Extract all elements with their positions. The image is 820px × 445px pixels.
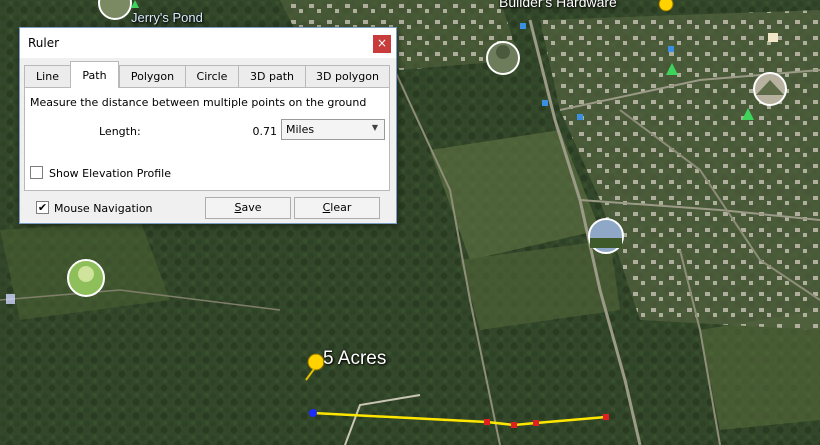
show-elevation-label[interactable]: Show Elevation Profile (49, 167, 171, 180)
map-label-5-acres: 5 Acres (323, 348, 387, 369)
map-label-builders-hardware: Builder's Hardware (499, 0, 617, 10)
photo-thumbnail-icon[interactable] (67, 259, 105, 297)
photo-thumbnail-icon[interactable] (753, 72, 787, 106)
save-button[interactable]: Save (205, 197, 291, 219)
tab-3d-polygon[interactable]: 3D polygon (305, 65, 390, 87)
path-start-point[interactable] (309, 409, 317, 417)
ruler-dialog: Ruler × Line Path Polygon Circle 3D path… (19, 27, 397, 224)
tab-line[interactable]: Line (24, 65, 71, 87)
tab-polygon[interactable]: Polygon (119, 65, 186, 87)
tab-3d-path[interactable]: 3D path (238, 65, 306, 87)
dialog-title: Ruler (28, 36, 60, 50)
tab-path[interactable]: Path (70, 61, 119, 88)
mouse-navigation-checkbox[interactable]: ✔ (36, 201, 49, 214)
clear-button[interactable]: Clear (294, 197, 380, 219)
close-icon[interactable]: × (373, 35, 391, 53)
path-vertex[interactable] (533, 420, 539, 426)
poi-marker-icon[interactable] (668, 46, 674, 52)
length-label: Length: (99, 125, 141, 138)
poi-marker-icon[interactable] (6, 294, 15, 304)
tab-circle[interactable]: Circle (185, 65, 239, 87)
book-icon[interactable] (768, 33, 778, 42)
poi-marker-icon[interactable] (577, 114, 583, 120)
chevron-down-icon: ▼ (371, 123, 378, 132)
measure-description: Measure the distance between multiple po… (30, 96, 367, 109)
poi-marker-icon[interactable] (542, 100, 548, 106)
photo-thumbnail-icon[interactable] (588, 218, 624, 254)
path-vertex[interactable] (511, 422, 517, 428)
photo-thumbnail-icon[interactable] (486, 41, 520, 75)
unit-select-value: Miles (286, 123, 315, 136)
path-tab-panel: Measure the distance between multiple po… (24, 87, 390, 191)
poi-marker-icon[interactable] (520, 23, 526, 29)
mouse-navigation-label[interactable]: Mouse Navigation (54, 202, 153, 215)
map-label-jerrys-pond: Jerry's Pond (131, 10, 203, 25)
save-button-label: ave (241, 201, 262, 214)
path-vertex[interactable] (484, 419, 490, 425)
unit-select[interactable]: Miles ▼ (281, 119, 385, 140)
length-value: 0.71 (252, 125, 278, 138)
clear-button-label: lear (330, 201, 352, 214)
placemark-pin-icon[interactable] (658, 0, 674, 12)
dialog-titlebar[interactable]: Ruler × (20, 28, 396, 58)
path-vertex[interactable] (603, 414, 609, 420)
show-elevation-checkbox[interactable] (30, 166, 43, 179)
